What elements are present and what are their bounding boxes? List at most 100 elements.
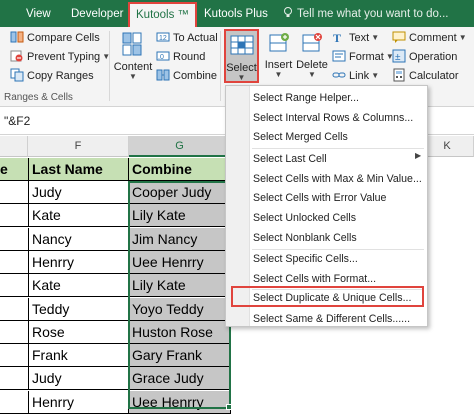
- svg-text:±: ±: [395, 52, 401, 63]
- select-button[interactable]: Select ▼: [224, 29, 259, 83]
- table-cell-first-name[interactable]: [0, 228, 29, 251]
- menu-item-select-specific-cells[interactable]: Select Specific Cells...: [253, 249, 358, 269]
- comment-button[interactable]: Comment ▼: [392, 29, 467, 47]
- table-cell-combine[interactable]: Cooper Judy: [129, 181, 231, 204]
- link-label: Link: [349, 70, 370, 82]
- table-cell-first-name[interactable]: [0, 181, 29, 204]
- prevent-typing-label: Prevent Typing: [27, 51, 101, 63]
- table-cell-first-name[interactable]: [0, 274, 29, 297]
- column-header-f[interactable]: F: [28, 136, 129, 157]
- table-cell-last-name[interactable]: Henrry: [29, 251, 129, 274]
- insert-button[interactable]: Insert ▼: [262, 31, 295, 87]
- table-cell-last-name[interactable]: Judy: [29, 367, 129, 390]
- chevron-down-icon: ▼: [237, 73, 246, 82]
- operation-label: Operation: [409, 51, 458, 63]
- fill-handle[interactable]: [226, 404, 232, 410]
- prevent-typing-icon: [10, 50, 23, 62]
- table-cell-last-name[interactable]: Kate: [29, 204, 129, 227]
- table-cell-last-name[interactable]: Judy: [29, 181, 129, 204]
- content-button[interactable]: Content ▼: [112, 31, 154, 87]
- menu-item-select-nonblank-cells[interactable]: Select Nonblank Cells: [253, 228, 357, 248]
- combine-button[interactable]: Combine: [156, 67, 217, 85]
- svg-text:.0: .0: [158, 54, 164, 61]
- menu-item-select-duplicate-unique[interactable]: Select Duplicate & Unique Cells...: [253, 288, 411, 308]
- tab-developer[interactable]: Developer: [71, 0, 123, 27]
- prevent-typing-button[interactable]: Prevent Typing ▼: [10, 48, 110, 66]
- table-cell-combine[interactable]: Uee Henrry: [129, 251, 231, 274]
- table-cell-first-name[interactable]: [0, 204, 29, 227]
- operation-icon: ±: [392, 49, 406, 63]
- column-header-e[interactable]: [0, 136, 28, 157]
- table-cell-combine[interactable]: Huston Rose: [129, 321, 231, 344]
- table-cell-first-name[interactable]: [0, 321, 29, 344]
- header-cell-last-name[interactable]: Last Name: [29, 158, 129, 181]
- combine-label: Combine: [173, 70, 218, 82]
- tab-kutools[interactable]: Kutools ™: [128, 2, 198, 27]
- table-cell-last-name[interactable]: Nancy: [29, 228, 129, 251]
- group-label-ranges-cells: Ranges & Cells: [4, 92, 73, 103]
- format-icon: [332, 50, 346, 62]
- table-cell-first-name[interactable]: [0, 251, 29, 274]
- ribbon-separator: [220, 31, 221, 101]
- table-cell-last-name[interactable]: Frank: [29, 344, 129, 367]
- delete-button[interactable]: Delete ▼: [296, 31, 328, 87]
- round-label: Round: [173, 51, 206, 63]
- table-cell-first-name[interactable]: [0, 344, 29, 367]
- link-button[interactable]: Link ▼: [332, 67, 379, 85]
- table-cell-last-name[interactable]: Kate: [29, 274, 129, 297]
- menu-item-select-interval-rows-columns[interactable]: Select Interval Rows & Columns...: [253, 108, 413, 128]
- chevron-down-icon: ▼: [308, 70, 316, 79]
- copy-ranges-button[interactable]: Copy Ranges: [10, 67, 94, 85]
- menu-item-select-unlocked-cells[interactable]: Select Unlocked Cells: [253, 208, 356, 228]
- calculator-icon: [393, 68, 405, 82]
- menu-item-select-range-helper[interactable]: Select Range Helper...: [253, 88, 359, 108]
- table-cell-first-name[interactable]: [0, 367, 29, 390]
- tab-kutools-plus[interactable]: Kutools Plus: [204, 0, 268, 27]
- to-actual-button[interactable]: 12 To Actual: [156, 29, 218, 47]
- menu-item-select-last-cell[interactable]: Select Last Cell: [253, 149, 327, 169]
- tab-view[interactable]: View: [26, 0, 51, 27]
- table-cell-combine[interactable]: Gary Frank: [129, 344, 231, 367]
- chevron-down-icon: ▼: [274, 70, 283, 79]
- header-cell-first-name[interactable]: e: [0, 158, 29, 181]
- tell-me-text: Tell me what you want to do...: [297, 8, 449, 20]
- table-cell-combine[interactable]: Jim Nancy: [129, 228, 231, 251]
- delete-icon: [302, 33, 322, 52]
- column-header-g[interactable]: G: [129, 136, 231, 157]
- format-label: Format: [349, 51, 384, 63]
- table-cell-last-name[interactable]: Henrry: [29, 391, 129, 414]
- menu-item-select-cells-with-format[interactable]: Select Cells with Format...: [253, 269, 376, 289]
- table-cell-combine[interactable]: Lily Kate: [129, 274, 231, 297]
- text-label: Text: [349, 32, 370, 44]
- format-button[interactable]: Format ▼: [332, 48, 394, 66]
- column-header-k[interactable]: K: [421, 136, 474, 157]
- table-cell-first-name[interactable]: [0, 391, 29, 414]
- table-cell-combine[interactable]: Yoyo Teddy: [129, 298, 231, 321]
- tell-me-search[interactable]: Tell me what you want to do...: [282, 0, 449, 27]
- text-icon: T: [333, 31, 341, 45]
- table-cell-last-name[interactable]: Rose: [29, 321, 129, 344]
- chevron-down-icon: ▼: [371, 33, 380, 42]
- calculator-button[interactable]: Calculator: [392, 67, 459, 85]
- header-cell-combine[interactable]: Combine: [129, 158, 231, 181]
- compare-cells-button[interactable]: Compare Cells: [10, 29, 100, 47]
- menu-item-select-same-different[interactable]: Select Same & Different Cells......: [253, 309, 410, 329]
- table-cell-combine[interactable]: Grace Judy: [129, 367, 231, 390]
- table-cell-last-name[interactable]: Teddy: [29, 298, 129, 321]
- to-actual-icon: 12: [156, 32, 170, 42]
- table-cell-combine[interactable]: Lily Kate: [129, 204, 231, 227]
- lightbulb-icon: [284, 7, 292, 17]
- copy-ranges-icon: [10, 68, 24, 82]
- compare-cells-label: Compare Cells: [27, 32, 100, 44]
- operation-button[interactable]: ± Operation: [392, 48, 457, 66]
- menu-item-select-error-value[interactable]: Select Cells with Error Value: [253, 188, 386, 208]
- compare-cells-icon: [10, 31, 24, 43]
- menu-item-select-merged-cells[interactable]: Select Merged Cells: [253, 127, 348, 147]
- text-button[interactable]: T Text ▼: [332, 29, 379, 47]
- menu-item-select-max-min[interactable]: Select Cells with Max & Min Value...: [253, 169, 422, 189]
- table-cell-combine[interactable]: Uee Henrry: [129, 391, 231, 414]
- round-button[interactable]: .0 Round: [156, 48, 205, 66]
- svg-text:12: 12: [159, 35, 167, 42]
- round-icon: .0: [156, 51, 170, 61]
- table-cell-first-name[interactable]: [0, 298, 29, 321]
